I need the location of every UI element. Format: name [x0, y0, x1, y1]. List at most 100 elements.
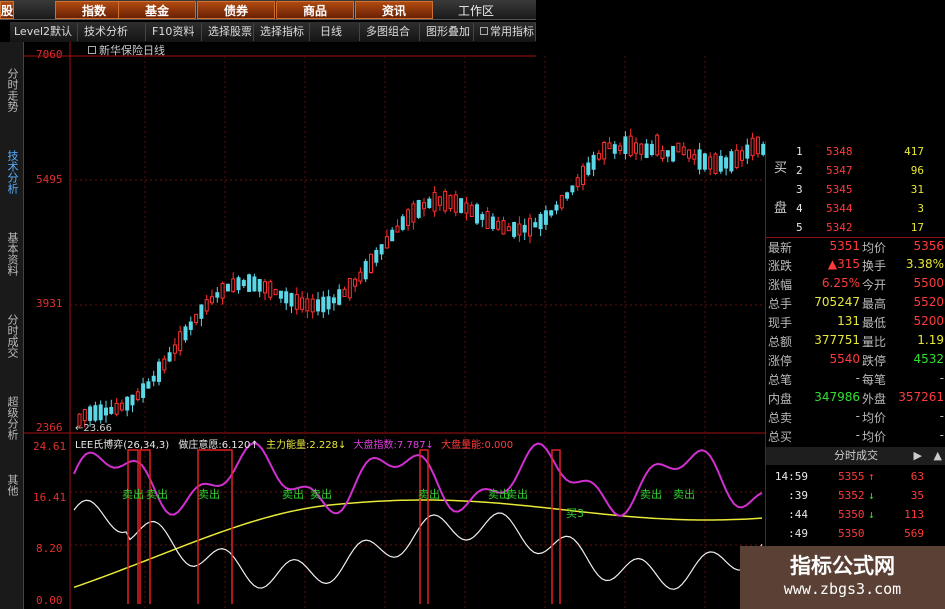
tab-intraday-trades[interactable]: 分时成交: [2, 296, 22, 376]
quote-stat-row: 总笔 - 每笔 -: [766, 370, 945, 389]
candle-body: [708, 156, 713, 170]
ticks-header[interactable]: 分时成交 ▶ ▲: [766, 447, 945, 465]
stat-label: 最低: [862, 316, 887, 330]
candle-body: [109, 406, 114, 414]
candle-body: [437, 196, 442, 206]
indicator-signal-bar: [551, 449, 561, 604]
sell-signal-label: 卖出: [310, 488, 332, 501]
order-book-price: 5347: [826, 164, 853, 177]
quote-stat-row: 内盘 347986 外盘 357261: [766, 389, 945, 408]
tick-arrow: ↓: [868, 489, 875, 502]
tick-volume: 113: [904, 508, 924, 521]
stat-label: 涨跌: [768, 259, 793, 273]
toolbar-overlay[interactable]: 图形叠加: [422, 23, 474, 41]
stat-label: 量比: [862, 335, 887, 349]
menu-bond[interactable]: 债券: [197, 1, 275, 19]
stat-label: 每笔: [862, 373, 887, 387]
order-book-level: 2: [796, 164, 803, 177]
stat-label: 总手: [768, 297, 793, 311]
menu-fund[interactable]: 基金: [118, 1, 196, 19]
candle-body: [506, 226, 511, 232]
candle-body: [469, 204, 474, 217]
candle-body: [559, 195, 564, 209]
left-tab-strip: 分时走势 技术分析 基本资料 分时成交 超级分析 其他: [0, 42, 24, 609]
indicator-line-main-energy: [73, 499, 763, 589]
candle-body: [178, 331, 183, 352]
toolbar-level2-default[interactable]: Level2默认: [10, 23, 78, 41]
candle-body: [252, 276, 257, 292]
order-book-row[interactable]: 2 5347 96: [766, 162, 945, 181]
tab-super-analysis[interactable]: 超级分析: [2, 378, 22, 458]
tick-price: 5355: [838, 470, 865, 483]
candle-body: [671, 145, 676, 162]
order-book-row[interactable]: 1 5348 417: [766, 143, 945, 162]
candle-body: [316, 299, 320, 312]
candle-body: [570, 185, 575, 193]
candle-body: [543, 210, 548, 225]
tab-intraday[interactable]: 分时走势: [2, 50, 22, 130]
workspace-button[interactable]: 工作区: [458, 2, 494, 19]
candle-body: [390, 229, 395, 242]
order-book-level: 4: [796, 202, 803, 215]
stock-dropdown-icon[interactable]: [88, 46, 96, 54]
candle-body: [750, 137, 755, 157]
candle-body: [82, 408, 87, 422]
candle-body: [422, 202, 426, 210]
stat-label: 外盘: [862, 392, 887, 406]
order-book-row[interactable]: 3 5345 31: [766, 181, 945, 200]
candle-body: [353, 278, 358, 287]
stat-value: ▲315: [827, 257, 860, 271]
candle-body: [453, 194, 458, 213]
toolbar-common-indicator[interactable]: 常用指标: [476, 23, 536, 41]
stat-label: 换手: [862, 259, 887, 273]
order-book-volume: 3: [917, 202, 924, 215]
candle-body: [215, 292, 220, 298]
stat-label: 涨幅: [768, 278, 793, 292]
indicator-v4-label: 大盘量能:: [441, 440, 485, 451]
toolbar-f10[interactable]: F10资料: [148, 23, 202, 41]
indicator-axis-label: 24.61: [33, 440, 67, 453]
candle-body: [586, 162, 591, 175]
menu-news[interactable]: 资讯: [355, 1, 433, 19]
candle-body: [740, 150, 744, 161]
sell-signal-label: 卖出: [506, 488, 528, 501]
tick-volume: 569: [904, 527, 924, 540]
order-book-price: 5344: [826, 202, 853, 215]
indicator-v1-value: 6.120↑: [221, 440, 259, 451]
tab-fundamentals[interactable]: 基本资料: [2, 214, 22, 294]
toolbar-select-indicator[interactable]: 选择指标: [256, 23, 310, 41]
tab-other[interactable]: 其他: [2, 460, 22, 510]
candle-body: [326, 296, 331, 310]
buy-signal-label: 买3: [566, 507, 584, 520]
menu-commodity[interactable]: 商品: [276, 1, 354, 19]
candlestick-series: [77, 128, 766, 428]
candle-body: [692, 154, 697, 160]
candle-body: [88, 406, 93, 421]
candle-body: [183, 326, 188, 341]
candle-body: [236, 277, 241, 291]
sell-signal-label: 卖出: [418, 488, 440, 501]
order-book-row[interactable]: 5 5342 17: [766, 219, 945, 238]
indicator-name: LEE氏博弈: [75, 440, 124, 451]
ticks-scroll-up-icon[interactable]: ▲: [934, 447, 942, 465]
menu-stock[interactable]: 股: [0, 1, 14, 19]
candle-body: [607, 142, 612, 150]
ticks-expand-icon[interactable]: ▶: [914, 447, 922, 465]
candle-body: [337, 289, 342, 305]
candle-body: [432, 191, 437, 212]
candle-body: [634, 142, 638, 154]
quote-stat-row: 最新 5351 均价 5356: [766, 237, 945, 256]
candle-body: [369, 253, 373, 274]
tab-tech-analysis[interactable]: 技术分析: [2, 132, 22, 212]
toolbar-daily[interactable]: 日线: [316, 23, 360, 41]
tick-arrow: ↑: [868, 470, 875, 483]
toolbar-common-indicator-label: 常用指标: [490, 25, 534, 38]
toolbar-multi-chart[interactable]: 多图组合: [362, 23, 420, 41]
toolbar-select-stock[interactable]: 选择股票: [204, 23, 254, 41]
stat-value: -: [939, 428, 944, 442]
toolbar-tech-analysis[interactable]: 技术分析: [80, 23, 146, 41]
candle-body: [681, 146, 686, 156]
order-book-row[interactable]: 4 5344 3: [766, 200, 945, 219]
candle-body: [676, 142, 681, 153]
candle-body: [485, 210, 490, 230]
